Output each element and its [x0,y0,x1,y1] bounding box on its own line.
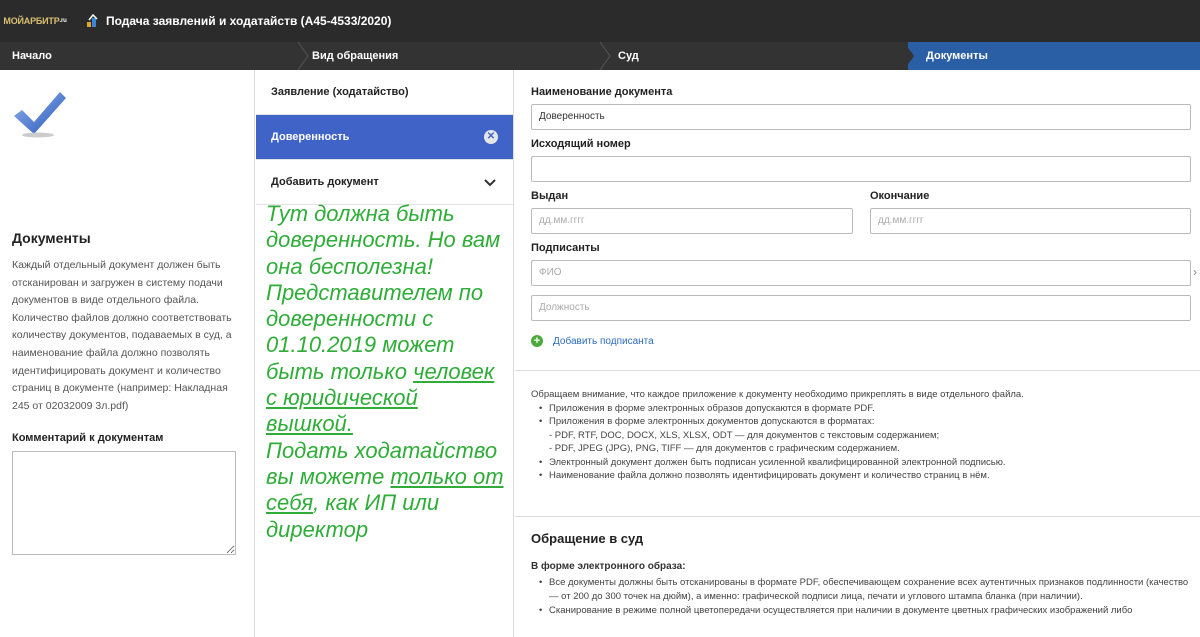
add-signer-label: Добавить подписанта [553,335,654,347]
annotation-part: Тут должна быть доверенность. Но вам она… [266,201,501,384]
issued-date-input[interactable]: дд.мм.гггг [531,208,853,234]
handwritten-annotation: Тут должна быть доверенность. Но вам она… [266,201,506,543]
section-title: Документы [12,230,91,246]
comment-label: Комментарий к документам [12,432,164,444]
add-document-dropdown[interactable]: Добавить документ [256,160,513,205]
chevron-down-icon [484,179,496,187]
doc-item-label: Заявление (ходатайство) [271,86,409,98]
checkmark-icon [14,92,66,138]
crumb-start[interactable]: Начало [0,42,300,70]
top-bar: МОЙАРБИТР .ru Подача заявлений и ходатайс… [0,0,1200,42]
instructions-text: Каждый отдельный документ должен быть от… [12,259,232,412]
court-section-title: Обращение в суд [531,531,644,546]
signer-fio-input[interactable]: ФИО [531,260,1191,286]
rule-item: Приложения в форме электронных образов д… [539,402,1191,416]
end-date-input[interactable]: дд.мм.гггг [870,208,1191,234]
end-label: Окончание [870,190,930,202]
crumb-request-type[interactable]: Вид обращения [300,42,600,70]
close-icon[interactable]: ✕ [484,130,498,144]
window-title: Подача заявлений и ходатайств (А45-4533/… [106,14,392,28]
rule-subitem: - PDF, JPEG (JPG), PNG, TIFF — для докум… [549,443,900,454]
rule-item: Электронный документ должен быть подписа… [539,456,1191,470]
doc-name-label: Наименование документа [531,86,673,98]
issued-label: Выдан [531,190,569,202]
logo-text: МОЙАРБИТР [3,16,60,26]
document-flow-icon [86,13,100,28]
divider [515,370,1200,371]
comment-textarea[interactable] [12,451,236,555]
doc-item-label: Доверенность [271,131,350,143]
court-subtitle: В форме электронного образа: [531,561,686,572]
add-signer-link[interactable]: + Добавить подписанта [531,335,654,347]
signers-label: Подписанты [531,242,600,254]
signer-position-input[interactable]: Должность [531,295,1191,321]
doc-item-power-of-attorney[interactable]: Доверенность ✕ [256,115,513,160]
outgoing-number-label: Исходящий номер [531,138,631,150]
divider [515,516,1200,517]
doc-name-input[interactable]: Доверенность [531,104,1191,130]
court-rule-item: Все документы должны быть отсканированы … [539,576,1191,604]
rule-text: Приложения в форме электронных документо… [549,416,875,427]
doc-item-label: Добавить документ [271,176,379,188]
logo-suffix: .ru [59,18,67,24]
crumb-court[interactable]: Суд [606,42,906,70]
remove-signer-icon[interactable]: › [1193,265,1197,279]
document-form: Наименование документа Доверенность Исхо… [515,70,1200,637]
court-rule-item: Сканирование в режиме полной цветопереда… [539,604,1191,618]
attachment-rules: Обращаем внимание, что каждое приложение… [531,388,1191,483]
rules-intro: Обращаем внимание, что каждое приложение… [531,389,1024,400]
plus-icon: + [531,335,543,347]
app-logo[interactable]: МОЙАРБИТР .ru [0,0,70,42]
court-rules: Все документы должны быть отсканированы … [531,576,1191,618]
doc-item-statement[interactable]: Заявление (ходатайство) [256,70,513,115]
left-panel: Документы Каждый отдельный документ долж… [0,70,255,637]
breadcrumb: Начало Вид обращения Суд Документы [0,42,1200,70]
rule-subitem: - PDF, RTF, DOC, DOCX, XLS, XLSX, ODT — … [549,429,940,441]
crumb-separator-icon [904,42,914,70]
outgoing-number-input[interactable] [531,156,1191,182]
rule-item: Наименование файла должно позволять иден… [539,469,1191,483]
rule-item: Приложения в форме электронных документо… [539,415,1191,456]
crumb-documents[interactable]: Документы [908,42,1200,70]
document-list: Заявление (ходатайство) Доверенность ✕ Д… [256,70,514,637]
